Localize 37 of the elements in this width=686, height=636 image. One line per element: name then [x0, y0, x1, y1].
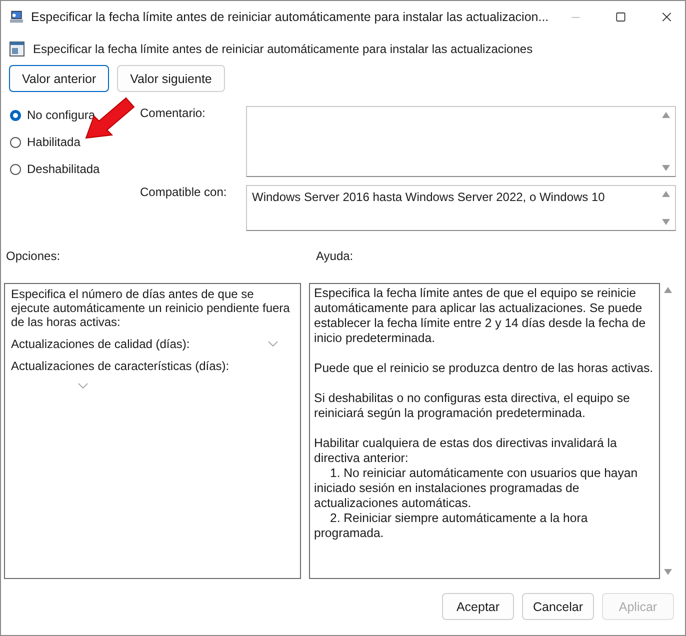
help-text: Habilitar cualquiera de estas dos directivas invalidará la directiva anterior: [314, 436, 618, 466]
help-text: Especifica la fecha límite antes de que el equipo se reinicie automáticamente para aplicar las actualizaciones. Se puede establecer la fecha límite entre 2 y 14 días desde la fecha de inicio predeterminada. [314, 286, 647, 346]
compatible-label: Compatible con: [140, 185, 228, 201]
window-title: Especificar la fecha límite antes de reiniciar automáticamente para instalar las actualizacion... [31, 10, 549, 24]
comment-field[interactable] [246, 106, 676, 177]
radio-button[interactable] [10, 110, 21, 120]
radio-button[interactable] [10, 136, 21, 148]
dialog-button[interactable]: Aceptar [442, 593, 514, 620]
nav-button[interactable]: Valor siguiente [117, 65, 225, 92]
chevron-down-icon[interactable] [78, 383, 88, 389]
help-text: Puede que el reinicio se produzca dentro de las horas activas. [314, 361, 654, 376]
computer-icon [10, 9, 24, 25]
scroll-up-icon[interactable] [662, 191, 670, 197]
dialog-button[interactable]: Cancelar [522, 593, 594, 620]
scroll-down-icon[interactable] [664, 569, 672, 575]
help-text: Si deshabilitas o no configuras esta directiva, el equipo se reiniciará según la programación predeterminada. [314, 391, 631, 421]
policy-title: Especificar la fecha límite antes de reiniciar automáticamente para instalar las actualizaciones [33, 42, 533, 56]
radio-label[interactable]: No configura [27, 108, 96, 122]
nav-button[interactable]: Valor anterior [9, 65, 110, 92]
compatible-text: Windows Server 2016 hasta Windows Server 2022, o Windows 10 [252, 190, 605, 204]
options-description: Especifica el número de días antes de que se ejecute automáticamente un reinicio pendiente fuera de las horas activas: [11, 287, 291, 329]
scroll-down-icon[interactable] [662, 219, 670, 225]
radio-label[interactable]: Deshabilitada [27, 162, 100, 176]
help-text: 1. No reiniciar automáticamente con usuarios que hayan iniciado sesión en instalaciones programadas de actualizaciones automáticas. [314, 466, 639, 511]
radio-button[interactable] [10, 164, 21, 174]
chevron-down-icon[interactable] [268, 341, 278, 347]
help-label: Ayuda: [316, 249, 354, 263]
options-label: Opciones: [6, 249, 62, 263]
policy-icon [9, 41, 25, 57]
radio-label[interactable]: Habilitada [27, 135, 80, 149]
scroll-up-icon[interactable] [664, 287, 672, 293]
dropdown-label: Actualizaciones de calidad (días): [11, 337, 190, 351]
help-text: 2. Reiniciar siempre automáticamente a la hora programada. [314, 511, 589, 541]
scroll-down-icon[interactable] [662, 165, 670, 171]
dropdown-label: Actualizaciones de características (días): [11, 359, 230, 373]
comment-label: Comentario: [140, 106, 206, 122]
scroll-up-icon[interactable] [662, 112, 670, 118]
